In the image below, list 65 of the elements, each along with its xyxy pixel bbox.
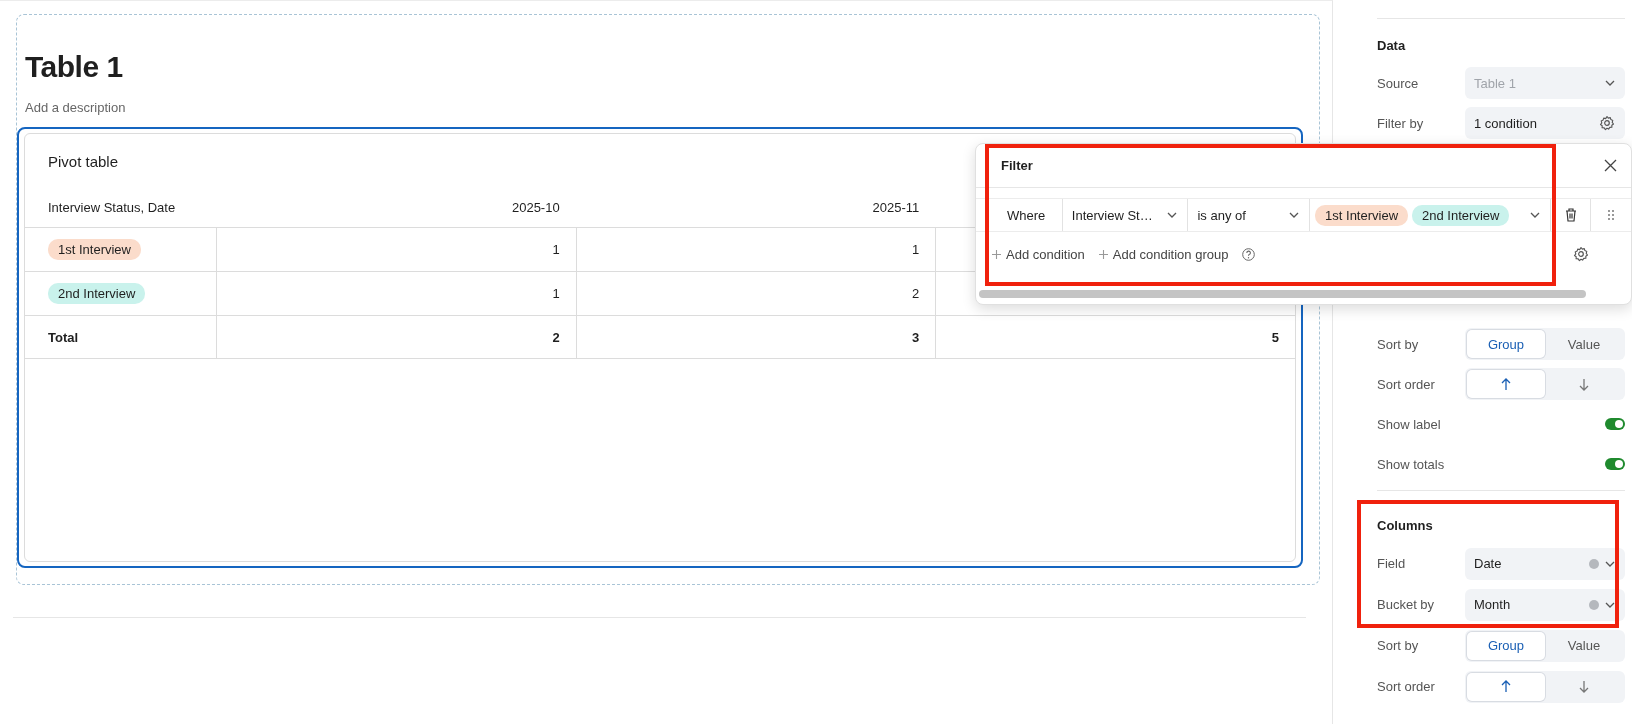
setting-label: Sort order xyxy=(1377,679,1436,694)
segment-option[interactable]: Group xyxy=(1467,330,1545,358)
scrollbar[interactable] xyxy=(979,290,1586,298)
setting-label: Sort order xyxy=(1377,376,1436,392)
filter-button[interactable]: 1 condition xyxy=(1465,107,1625,139)
plus-icon xyxy=(992,249,1001,259)
setting-label: Field xyxy=(1377,556,1407,571)
table-cell: 1 xyxy=(912,242,920,257)
help-icon[interactable] xyxy=(1242,247,1256,261)
chevron-icon xyxy=(1289,212,1300,218)
popup-title: Filter xyxy=(1001,158,1033,173)
status-tag: 2nd Interview xyxy=(1412,204,1510,226)
plus-icon xyxy=(1098,249,1108,259)
close-icon[interactable] xyxy=(1604,159,1617,172)
toggle-switch[interactable] xyxy=(1605,418,1625,430)
setting-label: Show totals xyxy=(1377,456,1446,472)
table-cell: 1 xyxy=(552,286,560,301)
select-field[interactable]: Date xyxy=(1465,547,1625,580)
setting-label: Sort by xyxy=(1377,638,1420,653)
chevron-icon xyxy=(1605,80,1615,86)
add-condition-button[interactable]: Add condition xyxy=(992,246,1085,262)
setting-label: Filter by xyxy=(1377,115,1425,131)
up-arrow-icon xyxy=(1501,377,1511,391)
column-header: 2025-10 xyxy=(511,200,560,215)
add-group-button[interactable]: Add condition group xyxy=(1098,246,1229,262)
chevron-icon xyxy=(1605,601,1615,608)
down-arrow-icon xyxy=(1579,377,1589,391)
up-arrow-icon xyxy=(1501,680,1511,693)
total-cell: 3 xyxy=(912,329,920,345)
chevron-icon xyxy=(1167,212,1178,218)
setting-label: Bucket by xyxy=(1377,597,1436,612)
status-tag: 1st Interview xyxy=(48,239,141,260)
chevron-icon xyxy=(1605,560,1615,567)
total-label: Total xyxy=(48,329,79,345)
segment-option[interactable]: Group xyxy=(1467,631,1545,660)
clear-icon[interactable] xyxy=(1589,599,1599,610)
section-title: Columns xyxy=(1377,518,1433,533)
table-cell: 2 xyxy=(912,286,920,301)
page-title: Table 1 xyxy=(25,50,124,84)
status-tag: 1st Interview xyxy=(1315,204,1409,226)
status-tag: 2nd Interview xyxy=(48,283,146,304)
column-header: Interview Status, Date xyxy=(48,200,176,215)
clear-icon[interactable] xyxy=(1589,558,1599,569)
where-label: Where xyxy=(1006,207,1047,223)
setting-label: Show label xyxy=(1377,416,1442,432)
field-dropdown[interactable]: Interview St… xyxy=(1061,199,1189,231)
column-header: 2025-11 xyxy=(872,200,920,215)
total-cell: 2 xyxy=(552,329,560,345)
segment-option[interactable]: Value xyxy=(1545,631,1623,660)
select-field[interactable]: Month xyxy=(1465,588,1625,621)
segment-option[interactable]: Value xyxy=(1545,330,1623,358)
setting-label: Sort by xyxy=(1377,336,1420,352)
toggle-switch[interactable] xyxy=(1605,458,1625,470)
section-title: Data xyxy=(1377,38,1406,53)
ascending-option[interactable] xyxy=(1467,370,1545,398)
setting-label: Source xyxy=(1377,75,1420,91)
total-cell: 5 xyxy=(1271,329,1279,345)
chevron-icon xyxy=(1530,212,1541,218)
pivot-title: Pivot table xyxy=(48,153,119,170)
settings-icon[interactable] xyxy=(1573,246,1589,262)
settings-icon[interactable] xyxy=(1599,115,1615,131)
table-cell: 1 xyxy=(552,242,560,257)
down-arrow-icon xyxy=(1579,680,1589,693)
description-placeholder[interactable]: Add a description xyxy=(25,100,126,115)
ascending-option[interactable] xyxy=(1467,672,1545,701)
